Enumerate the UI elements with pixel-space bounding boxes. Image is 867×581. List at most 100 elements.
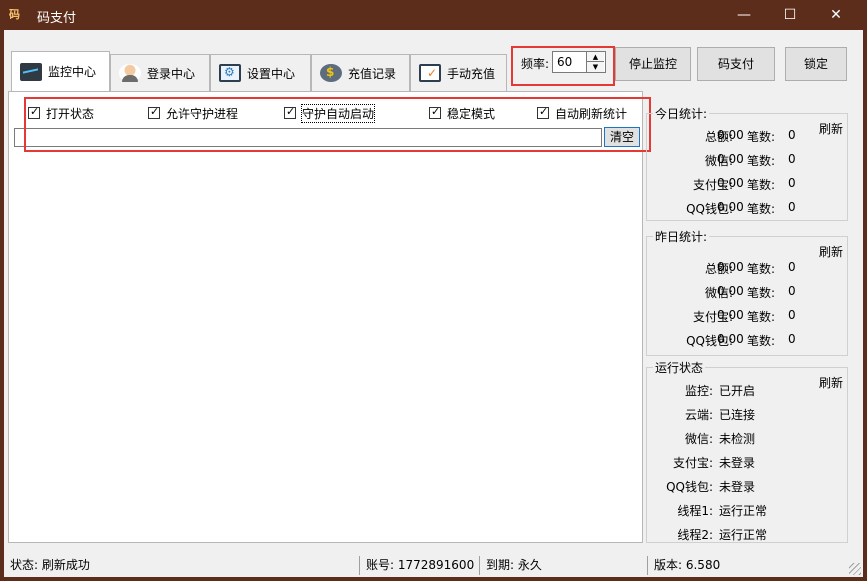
option-auto-refresh[interactable]: 自动刷新统计 bbox=[537, 105, 627, 121]
option-open-status[interactable]: 打开状态 bbox=[28, 105, 94, 121]
code-pay-label: 码支付 bbox=[717, 57, 754, 71]
status-label: 支付宝: bbox=[672, 456, 713, 470]
code-pay-button[interactable]: 码支付 bbox=[697, 47, 775, 81]
checkbox-icon[interactable] bbox=[537, 105, 549, 119]
checkbox-icon[interactable] bbox=[148, 105, 160, 119]
stat-amount: 0.00 bbox=[717, 152, 744, 166]
status-text: 状态: 刷新成功 bbox=[6, 556, 360, 575]
refresh-yesterday-button[interactable]: 刷新 bbox=[819, 243, 843, 260]
account-text: 账号: 1772891600 bbox=[362, 556, 480, 575]
user-icon bbox=[119, 64, 141, 82]
group-title: 昨日统计: bbox=[653, 228, 710, 245]
status-label: QQ钱包: bbox=[666, 480, 713, 494]
stat-count: 0 bbox=[788, 200, 796, 214]
stat-count-label: 笔数: bbox=[747, 286, 776, 300]
window-title: 码支付 bbox=[37, 11, 77, 26]
stat-count-label: 笔数: bbox=[747, 202, 776, 216]
spin-down-icon[interactable]: ▼ bbox=[586, 62, 604, 72]
maximize-button[interactable]: ☐ bbox=[767, 0, 813, 30]
close-button[interactable]: ✕ bbox=[813, 0, 859, 30]
log-input[interactable] bbox=[14, 128, 602, 147]
today-stats-group: 今日统计: 刷新 总额: 0.00 笔数: 0 微信: 0.00 笔数: 0 支… bbox=[646, 105, 848, 221]
coin-icon bbox=[320, 64, 342, 82]
stop-monitor-button[interactable]: 停止监控 bbox=[615, 47, 691, 81]
lock-label: 锁定 bbox=[803, 57, 828, 71]
frequency-spinner[interactable]: 60 ▲ ▼ bbox=[552, 51, 606, 73]
resize-grip-icon[interactable] bbox=[849, 563, 861, 575]
title-bar[interactable]: 码 码支付 — ☐ ✕ bbox=[0, 0, 867, 30]
status-label: 线程1: bbox=[677, 504, 713, 518]
version-text: 版本: 6.580 bbox=[654, 558, 721, 572]
stat-amount: 0.00 bbox=[717, 332, 744, 346]
status-label: 监控: bbox=[684, 384, 713, 398]
stat-count-label: 笔数: bbox=[747, 262, 776, 276]
status-value: 未登录 bbox=[719, 456, 756, 470]
clear-button[interactable]: 清空 bbox=[604, 127, 640, 147]
stat-amount: 0.00 bbox=[717, 284, 744, 298]
status-value: 未登录 bbox=[719, 480, 756, 494]
status-label: 线程2: bbox=[677, 528, 713, 542]
option-label: 打开状态 bbox=[46, 106, 95, 121]
tab-recharge-records[interactable]: 充值记录 bbox=[311, 54, 410, 91]
option-stable-mode[interactable]: 稳定模式 bbox=[429, 105, 495, 121]
spin-up-icon[interactable]: ▲ bbox=[586, 52, 604, 62]
option-daemon-autostart[interactable]: 守护自动启动 bbox=[284, 103, 376, 123]
status-value: 运行正常 bbox=[719, 504, 768, 518]
status-value: 已连接 bbox=[719, 408, 756, 422]
refresh-today-button[interactable]: 刷新 bbox=[819, 120, 843, 137]
tab-label: 监控中心 bbox=[48, 65, 97, 79]
stat-count-label: 笔数: bbox=[747, 154, 776, 168]
expiry-text: 到期: 永久 bbox=[482, 556, 648, 575]
option-label: 稳定模式 bbox=[447, 106, 496, 121]
yesterday-stats-group: 昨日统计: 刷新 总额: 0.00 笔数: 0 微信: 0.00 笔数: 0 支… bbox=[646, 228, 848, 356]
checkbox-icon[interactable] bbox=[28, 105, 40, 119]
stat-count: 0 bbox=[788, 284, 796, 298]
frequency-value[interactable]: 60 bbox=[557, 55, 572, 69]
option-label: 守护自动启动 bbox=[300, 103, 376, 123]
status-value: 未检测 bbox=[719, 432, 756, 446]
option-allow-daemon[interactable]: 允许守护进程 bbox=[148, 105, 238, 121]
tab-manual-recharge[interactable]: 手动充值 bbox=[410, 54, 507, 91]
minimize-button[interactable]: — bbox=[721, 0, 767, 30]
monitor-icon bbox=[20, 62, 42, 81]
tab-label: 设置中心 bbox=[247, 66, 296, 81]
stat-amount: 0.00 bbox=[717, 128, 744, 142]
settings-icon bbox=[219, 64, 241, 82]
status-value: 已开启 bbox=[719, 384, 756, 398]
main-window: 监控中心 登录中心 设置中心 充值记录 手动充值 频率: 60 ▲ ▼ 停止监控… bbox=[0, 30, 867, 581]
group-title: 今日统计: bbox=[653, 105, 710, 122]
stat-count: 0 bbox=[788, 308, 796, 322]
stat-count-label: 笔数: bbox=[747, 130, 776, 144]
option-label: 允许守护进程 bbox=[166, 106, 239, 121]
tab-label: 手动充值 bbox=[447, 66, 496, 81]
stat-count-label: 笔数: bbox=[747, 178, 776, 192]
group-title: 运行状态 bbox=[653, 359, 706, 376]
lock-button[interactable]: 锁定 bbox=[785, 47, 847, 81]
checkbox-icon[interactable] bbox=[284, 105, 296, 119]
stat-count: 0 bbox=[788, 152, 796, 166]
monitor-panel bbox=[8, 91, 643, 543]
stat-count: 0 bbox=[788, 128, 796, 142]
app-icon: 码 bbox=[9, 8, 20, 21]
run-status-group: 运行状态 刷新 监控: 已开启 云端: 已连接 微信: 未检测 支付宝: 未登录… bbox=[646, 359, 848, 543]
stat-count: 0 bbox=[788, 260, 796, 274]
stat-amount: 0.00 bbox=[717, 308, 744, 322]
stat-count-label: 笔数: bbox=[747, 334, 776, 348]
tab-login-center[interactable]: 登录中心 bbox=[110, 54, 210, 91]
option-label: 自动刷新统计 bbox=[555, 106, 628, 121]
tab-settings-center[interactable]: 设置中心 bbox=[210, 54, 311, 91]
status-label: 微信: bbox=[684, 432, 713, 446]
frequency-label: 频率: bbox=[521, 57, 550, 71]
stat-count: 0 bbox=[788, 332, 796, 346]
tab-label: 充值记录 bbox=[348, 66, 397, 81]
refresh-status-button[interactable]: 刷新 bbox=[819, 374, 843, 391]
tab-monitor-center[interactable]: 监控中心 bbox=[11, 51, 110, 91]
checkbox-icon[interactable] bbox=[429, 105, 441, 119]
stat-amount: 0.00 bbox=[717, 260, 744, 274]
status-label: 云端: bbox=[684, 408, 713, 422]
stat-amount: 0.00 bbox=[717, 176, 744, 190]
status-bar: 状态: 刷新成功 账号: 1772891600 到期: 永久 版本: 6.580 bbox=[4, 554, 863, 577]
stat-count-label: 笔数: bbox=[747, 310, 776, 324]
stat-count: 0 bbox=[788, 176, 796, 190]
stat-amount: 0.00 bbox=[717, 200, 744, 214]
